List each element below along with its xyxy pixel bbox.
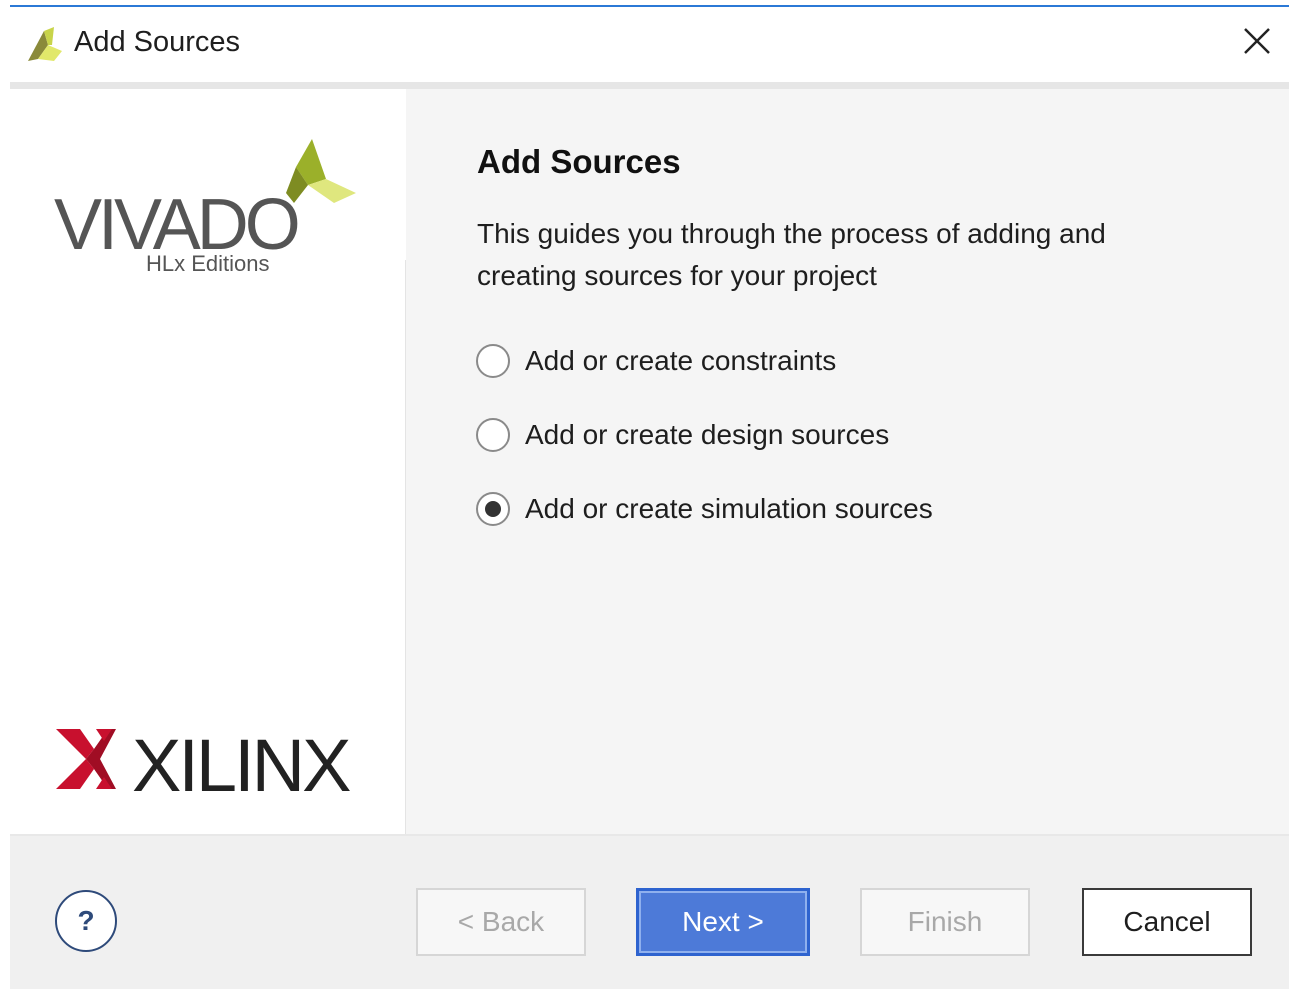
xilinx-logo-text: XILINX <box>132 724 350 799</box>
title-separator <box>10 82 1289 89</box>
branding-panel: VIVADO HLx Editions XILINX <box>10 89 405 834</box>
button-bar: ? < Back Next > Finish Cancel <box>10 836 1289 989</box>
close-icon <box>1244 28 1270 54</box>
cancel-button[interactable]: Cancel <box>1082 888 1252 956</box>
option-simulation-sources[interactable]: Add or create simulation sources <box>476 489 933 529</box>
title-bar: Add Sources <box>10 7 1289 83</box>
option-label: Add or create design sources <box>525 419 890 450</box>
window-title: Add Sources <box>74 26 241 58</box>
add-sources-dialog: Add Sources VIVADO HLx Editions XILINX A… <box>10 5 1289 989</box>
help-button[interactable]: ? <box>55 890 117 952</box>
page-description: This guides you through the process of a… <box>477 218 1106 291</box>
close-button[interactable] <box>1239 23 1275 59</box>
page-heading: Add Sources <box>477 143 681 180</box>
option-design-sources[interactable]: Add or create design sources <box>476 415 933 455</box>
option-constraints[interactable]: Add or create constraints <box>476 341 933 381</box>
radio-button[interactable] <box>476 344 510 378</box>
option-label: Add or create simulation sources <box>525 493 933 524</box>
vivado-logo: VIVADO HLx Editions <box>54 139 356 276</box>
vivado-leaf-icon <box>28 27 62 61</box>
radio-dot <box>485 501 501 517</box>
radio-button-selected[interactable] <box>476 492 510 526</box>
content-panel: Add Sources This guides you through the … <box>406 89 1289 834</box>
next-button[interactable]: Next > <box>636 888 810 956</box>
back-button[interactable]: < Back <box>416 888 586 956</box>
vivado-edition-text: HLx Editions <box>146 251 270 276</box>
xilinx-logo: XILINX <box>56 724 353 799</box>
finish-button[interactable]: Finish <box>860 888 1030 956</box>
option-label: Add or create constraints <box>525 345 837 376</box>
radio-button[interactable] <box>476 418 510 452</box>
source-type-options: Add or create constraints Add or create … <box>476 341 933 563</box>
